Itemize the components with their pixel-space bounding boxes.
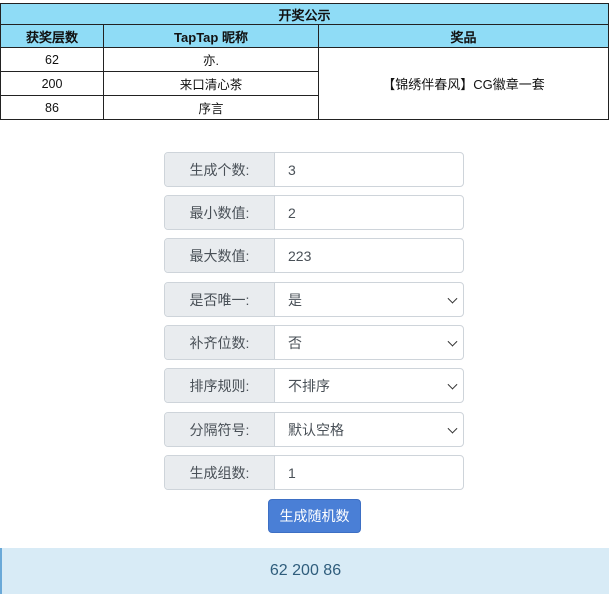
chevron-down-icon bbox=[447, 293, 458, 304]
floor-cell: 86 bbox=[0, 95, 104, 120]
column-header-floor: 获奖层数 bbox=[0, 24, 104, 48]
column-header-nickname: TapTap 昵称 bbox=[103, 24, 319, 48]
winner-announcement-table: 开奖公示 获奖层数 TapTap 昵称 奖品 62 亦. 【锦绣伴春风】CG徽章… bbox=[0, 3, 609, 120]
sort-rule-select-value: 不排序 bbox=[288, 377, 330, 394]
separator-select[interactable]: 默认空格 bbox=[275, 413, 463, 446]
result-output: 62 200 86 bbox=[0, 548, 609, 594]
max-value-input[interactable]: 223 bbox=[275, 239, 463, 272]
unique-select[interactable]: 是 bbox=[275, 283, 463, 316]
group-count-input[interactable]: 1 bbox=[275, 456, 463, 489]
sort-rule-label: 排序规则: bbox=[165, 369, 275, 402]
separator-label: 分隔符号: bbox=[165, 413, 275, 446]
max-value-field[interactable]: 最大数值: 223 bbox=[164, 238, 464, 273]
prize-cell: 【锦绣伴春风】CG徽章一套 bbox=[318, 47, 609, 120]
min-value-label: 最小数值: bbox=[165, 196, 275, 229]
count-label: 生成个数: bbox=[165, 153, 275, 186]
count-field[interactable]: 生成个数: 3 bbox=[164, 152, 464, 187]
separator-select-value: 默认空格 bbox=[288, 421, 344, 438]
generate-button[interactable]: 生成随机数 bbox=[268, 499, 361, 533]
unique-select-value: 是 bbox=[288, 291, 302, 308]
min-value-field[interactable]: 最小数值: 2 bbox=[164, 195, 464, 230]
chevron-down-icon bbox=[447, 379, 458, 390]
floor-cell: 200 bbox=[0, 71, 104, 96]
chevron-down-icon bbox=[447, 423, 458, 434]
nickname-cell: 序言 bbox=[103, 95, 319, 120]
announcement-title: 开奖公示 bbox=[0, 3, 609, 25]
max-value-label: 最大数值: bbox=[165, 239, 275, 272]
group-count-field[interactable]: 生成组数: 1 bbox=[164, 455, 464, 490]
group-count-label: 生成组数: bbox=[165, 456, 275, 489]
nickname-cell: 亦. bbox=[103, 47, 319, 72]
floor-cell: 62 bbox=[0, 47, 104, 72]
pad-digits-select-value: 否 bbox=[288, 334, 302, 351]
sort-rule-select[interactable]: 不排序 bbox=[275, 369, 463, 402]
separator-field[interactable]: 分隔符号: 默认空格 bbox=[164, 412, 464, 447]
sort-rule-field[interactable]: 排序规则: 不排序 bbox=[164, 368, 464, 403]
unique-field[interactable]: 是否唯一: 是 bbox=[164, 282, 464, 317]
table-row: 62 亦. 【锦绣伴春风】CG徽章一套 bbox=[0, 47, 609, 120]
chevron-down-icon bbox=[447, 336, 458, 347]
pad-digits-field[interactable]: 补齐位数: 否 bbox=[164, 325, 464, 360]
unique-label: 是否唯一: bbox=[165, 283, 275, 316]
min-value-input[interactable]: 2 bbox=[275, 196, 463, 229]
count-input[interactable]: 3 bbox=[275, 153, 463, 186]
pad-digits-label: 补齐位数: bbox=[165, 326, 275, 359]
column-header-prize: 奖品 bbox=[318, 24, 609, 48]
pad-digits-select[interactable]: 否 bbox=[275, 326, 463, 359]
nickname-cell: 来口清心茶 bbox=[103, 71, 319, 96]
